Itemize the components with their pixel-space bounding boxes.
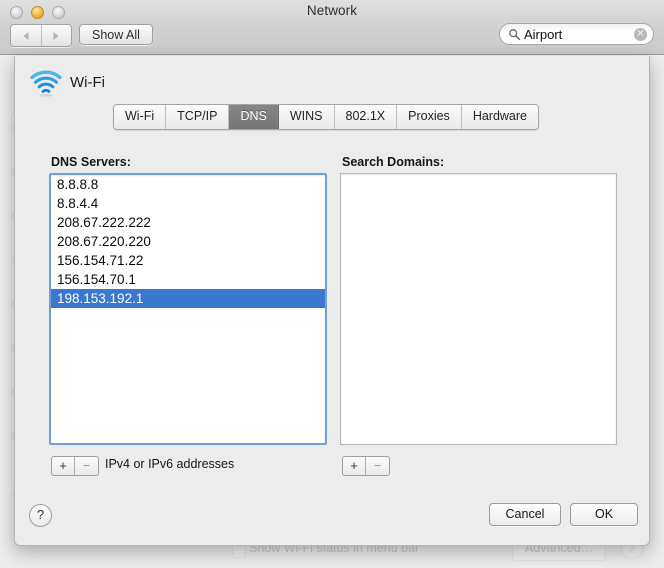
search-domain-add-remove-buttons[interactable]: + −	[342, 456, 390, 476]
tab-wifi[interactable]: Wi-Fi	[114, 105, 167, 129]
dns-settings-sheet: Wi-Fi Wi-Fi TCP/IP DNS WINS 802.1X Proxi…	[14, 56, 650, 546]
sheet-title: Wi-Fi	[70, 74, 105, 91]
remove-search-domain-button[interactable]: −	[366, 457, 389, 475]
show-all-button[interactable]: Show All	[79, 24, 153, 45]
show-status-checkbox	[232, 544, 246, 558]
list-item[interactable]: 198.153.192.1	[51, 289, 325, 308]
tab-hardware[interactable]: Hardware	[461, 105, 538, 129]
address-format-hint: IPv4 or IPv6 addresses	[105, 457, 235, 471]
tab-wins[interactable]: WINS	[278, 105, 335, 129]
network-preferences-window: Location: Automatic ▲▼ Wi-Fi Bluetooth P…	[0, 0, 664, 568]
search-domains-list[interactable]	[340, 173, 617, 445]
back-button[interactable]	[11, 25, 41, 46]
list-item[interactable]: 156.154.70.1	[51, 270, 325, 289]
search-field[interactable]: Airport ✕	[499, 23, 654, 45]
list-item[interactable]: 8.8.8.8	[51, 175, 325, 194]
list-item[interactable]: 208.67.220.220	[51, 232, 325, 251]
add-dns-button[interactable]: +	[52, 457, 75, 475]
search-icon	[509, 29, 521, 41]
add-search-domain-button[interactable]: +	[343, 457, 366, 475]
clear-icon[interactable]: ✕	[634, 28, 647, 41]
remove-dns-button[interactable]: −	[75, 457, 98, 475]
search-domains-label: Search Domains:	[342, 155, 445, 169]
settings-tab-bar[interactable]: Wi-Fi TCP/IP DNS WINS 802.1X Proxies Har…	[113, 104, 539, 130]
search-input-value[interactable]: Airport	[524, 26, 562, 44]
window-title: Network	[306, 3, 358, 18]
tab-tcpip[interactable]: TCP/IP	[166, 105, 230, 129]
list-item[interactable]: 8.8.4.4	[51, 194, 325, 213]
cancel-button[interactable]: Cancel	[489, 503, 561, 526]
list-item[interactable]: 208.67.222.222	[51, 213, 325, 232]
back-arrow-icon	[23, 31, 29, 40]
forward-button[interactable]	[42, 25, 72, 46]
navigation-buttons[interactable]	[10, 24, 72, 47]
dns-servers-list[interactable]: 8.8.8.8 8.8.4.4 208.67.222.222 208.67.22…	[49, 173, 327, 445]
help-button[interactable]: ?	[29, 504, 52, 527]
ok-button[interactable]: OK	[570, 503, 638, 526]
tab-8021x[interactable]: 802.1X	[334, 105, 398, 129]
dns-add-remove-buttons[interactable]: + −	[51, 456, 99, 476]
tab-dns[interactable]: DNS	[229, 105, 279, 129]
tab-proxies[interactable]: Proxies	[397, 105, 462, 129]
list-item[interactable]: 156.154.71.22	[51, 251, 325, 270]
wifi-icon	[30, 70, 62, 97]
dns-servers-label: DNS Servers:	[51, 155, 131, 169]
title-bar: Network Show All Airport ✕	[0, 0, 664, 55]
forward-arrow-icon	[53, 31, 59, 40]
